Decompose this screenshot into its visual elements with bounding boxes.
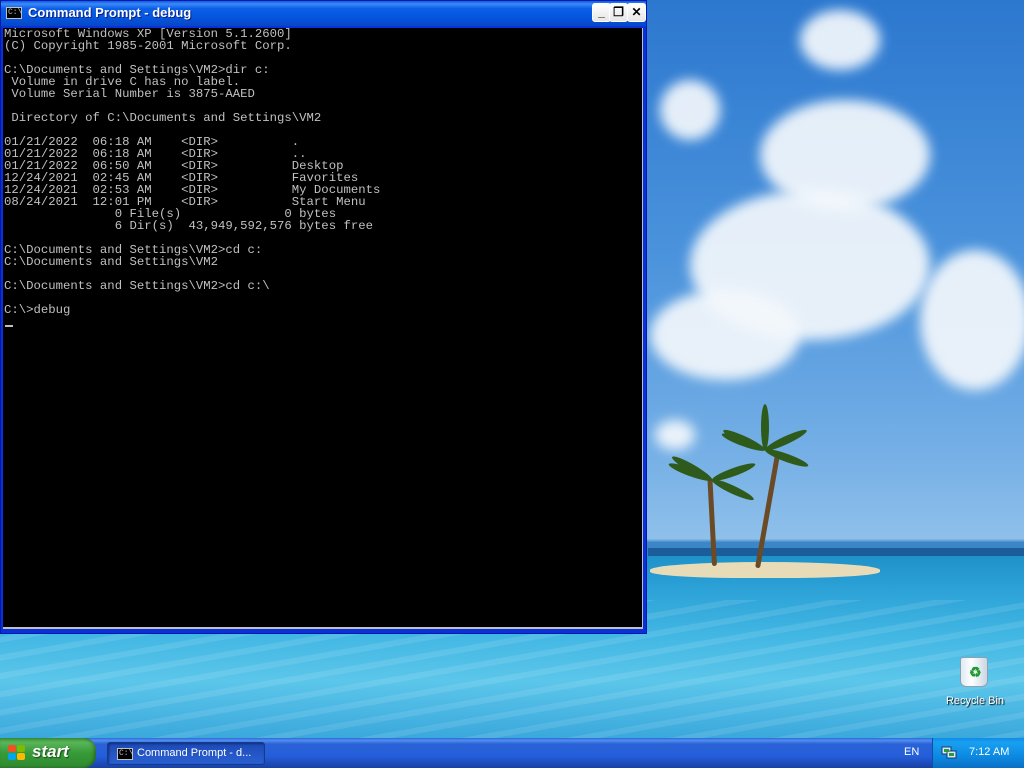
window-titlebar[interactable]: C:\ Command Prompt - debug _ ❐ ✕ xyxy=(1,1,646,26)
clock[interactable]: 7:12 AM xyxy=(969,746,1009,758)
palm-frond xyxy=(761,404,769,450)
close-button[interactable]: ✕ xyxy=(627,3,646,22)
wallpaper-island xyxy=(650,562,880,578)
windows-logo-icon xyxy=(8,745,26,761)
wallpaper-cloud xyxy=(800,10,880,70)
language-indicator[interactable]: EN xyxy=(904,746,919,758)
wallpaper-cloud xyxy=(920,250,1024,390)
console-line: Directory of C:\Documents and Settings\V… xyxy=(4,111,322,125)
console-line: Volume Serial Number is 3875-AAED xyxy=(4,87,255,101)
start-label: start xyxy=(32,742,69,761)
recycle-bin-shortcut[interactable]: ♻ Recycle Bin xyxy=(940,655,1010,715)
taskbar: start C:\ Command Prompt - d... EN 7:12 … xyxy=(0,738,1024,768)
console-line: C:\Documents and Settings\VM2>cd c:\ xyxy=(4,279,270,293)
console-app-icon[interactable]: C:\ xyxy=(6,7,22,19)
wallpaper-cloud xyxy=(660,80,720,140)
maximize-button[interactable]: ❐ xyxy=(609,3,628,22)
window-title: Command Prompt - debug xyxy=(28,5,192,20)
taskbar-button-label: Command Prompt - d... xyxy=(137,747,252,759)
console-line: (C) Copyright 1985-2001 Microsoft Corp. xyxy=(4,39,292,53)
console-output[interactable]: Microsoft Windows XP [Version 5.1.2600](… xyxy=(3,28,643,629)
palm-frond xyxy=(710,476,756,504)
palm-frond xyxy=(763,446,810,470)
wallpaper-horizon xyxy=(648,548,1024,556)
wallpaper-cloud xyxy=(650,290,800,380)
network-icon[interactable] xyxy=(941,745,957,760)
palm-frond xyxy=(720,430,767,454)
taskbar-button-command-prompt[interactable]: C:\ Command Prompt - d... xyxy=(107,742,265,765)
recycle-bin-label: Recycle Bin xyxy=(945,695,1005,707)
console-line: C:\>debug xyxy=(4,303,71,317)
system-tray: 7:12 AM xyxy=(932,738,1024,768)
console-line: 6 Dir(s) 43,949,592,576 bytes free xyxy=(4,219,373,233)
command-prompt-window[interactable]: C:\ Command Prompt - debug _ ❐ ✕ Microso… xyxy=(0,0,647,634)
recycle-bin-icon: ♻ xyxy=(960,657,988,687)
console-cursor-line xyxy=(3,316,642,328)
start-button[interactable]: start xyxy=(0,738,96,768)
console-app-icon: C:\ xyxy=(117,748,133,760)
wallpaper-cloud xyxy=(655,420,695,450)
console-line: C:\Documents and Settings\VM2 xyxy=(4,255,219,269)
text-cursor xyxy=(5,325,13,327)
recycle-arrows-icon: ♻ xyxy=(969,664,982,680)
